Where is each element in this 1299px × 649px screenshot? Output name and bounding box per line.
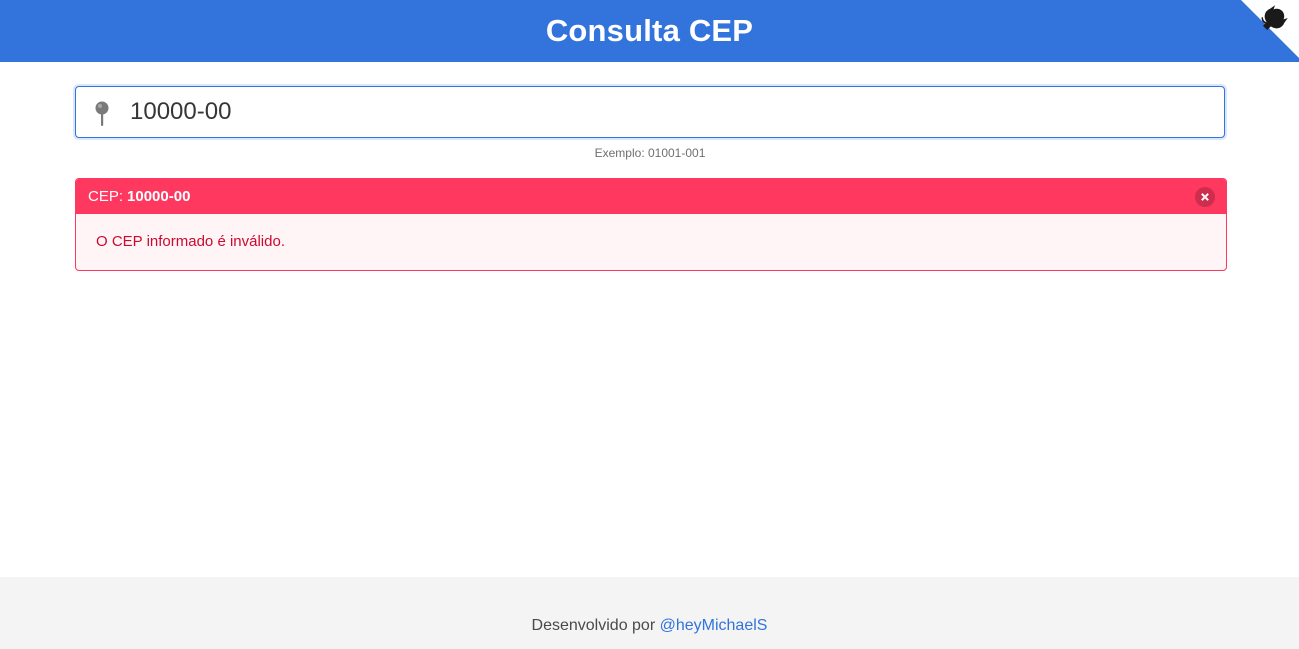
close-message-button[interactable] (1195, 187, 1215, 207)
github-corner-link[interactable] (1237, 0, 1299, 62)
page: Consulta CEP Exemplo: 01001-001 CEP: 100… (0, 0, 1299, 649)
error-message: CEP: 10000-00 O CEP informado é inválido… (75, 178, 1227, 271)
message-header-cep: 10000-00 (127, 188, 191, 205)
message-header: CEP: 10000-00 (76, 179, 1226, 214)
author-link[interactable]: @heyMichaelS (660, 617, 768, 634)
footer: Desenvolvido por @heyMichaelS (0, 577, 1299, 649)
cep-search-field[interactable] (75, 86, 1225, 138)
cep-input[interactable] (130, 87, 1210, 137)
message-body: O CEP informado é inválido. (96, 233, 285, 250)
cep-example-hint: Exemplo: 01001-001 (594, 146, 706, 160)
footer-credit: Desenvolvido por @heyMichaelS (0, 617, 1299, 635)
page-title: Consulta CEP (545, 13, 754, 48)
footer-text: Desenvolvido por (531, 617, 656, 634)
message-header-label: CEP: (88, 188, 124, 205)
app-header: Consulta CEP (0, 0, 1299, 62)
map-pin-icon (95, 101, 109, 126)
github-octocat-icon (1241, 0, 1299, 58)
